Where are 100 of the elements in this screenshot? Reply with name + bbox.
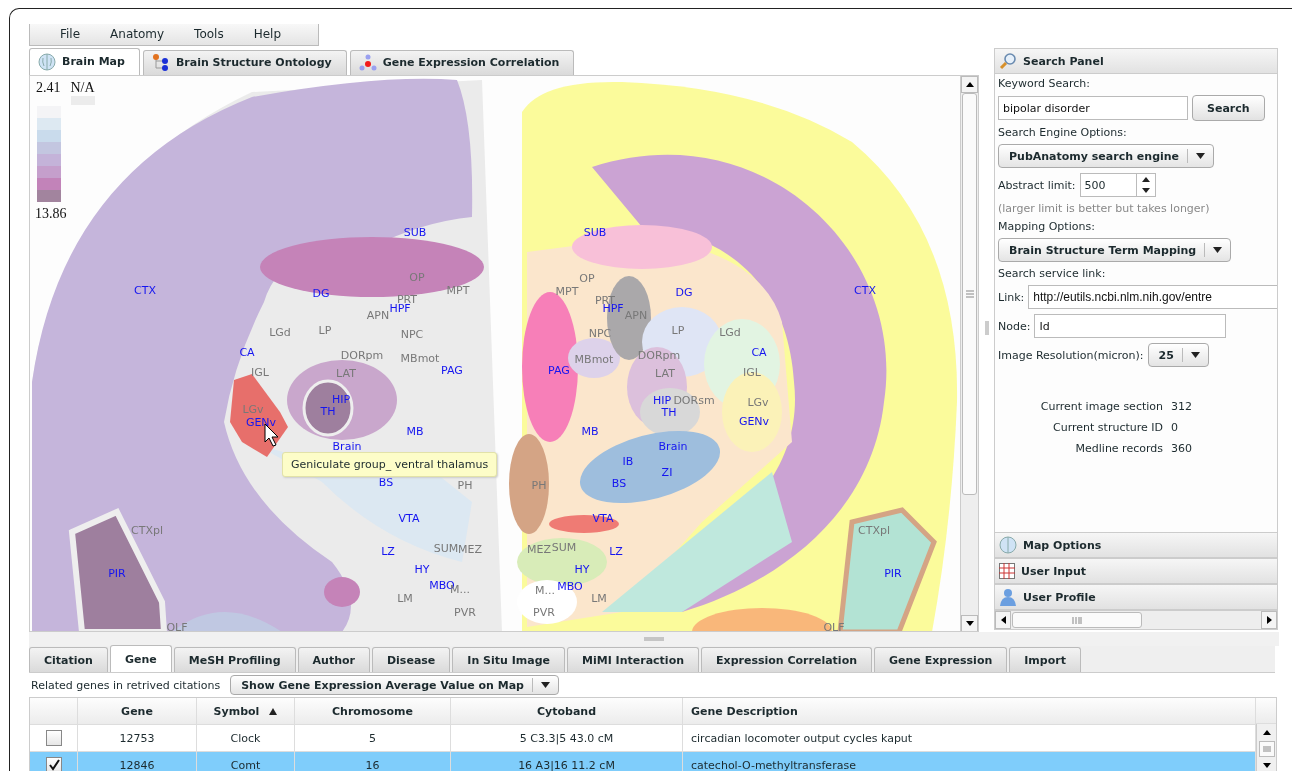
view-tab[interactable]: Brain Map [29,47,140,75]
field-label: Node: [998,319,1031,333]
region-label: LP [671,323,685,337]
result-tab[interactable]: In Situ Image [452,647,565,672]
panel-title: User Input [1021,564,1087,578]
hint-text: (larger limit is better but takes longer) [998,202,1211,215]
resolution-dropdown[interactable]: 25 [1147,343,1209,367]
region-label: HY [574,562,590,576]
panel-title: Map Options [1023,538,1102,552]
menu-item[interactable]: Help [243,27,294,42]
vertical-scrollbar[interactable] [1256,724,1276,771]
region-label: IGL [251,365,269,379]
mapping-dropdown[interactable]: Brain Structure Term Mapping [998,238,1232,262]
region-label: OLF [166,620,188,631]
header-corner [1256,698,1276,724]
result-tab[interactable]: Author [297,647,370,672]
column-header[interactable]: Gene [78,698,197,724]
region-label: CTX [854,283,876,297]
region-label: PVR [454,605,476,619]
horizontal-scrollbar[interactable] [995,610,1277,629]
stat-value: 312 [1171,400,1193,413]
column-header[interactable]: Symbol [197,698,295,724]
table-cell: 5 [295,725,451,751]
column-header[interactable]: Gene Description [683,698,1256,724]
region-label: DORpm [340,348,384,362]
region-label: IB [622,454,634,468]
region-label: HIP [331,392,351,406]
region-label: TH [661,405,677,419]
table-cell: Clock [197,725,295,751]
scroll-down-icon [965,620,974,626]
result-tab[interactable]: Disease [371,647,451,672]
region-label: OP [409,270,425,284]
menu-item[interactable]: Tools [184,27,236,42]
result-tab[interactable]: Gene [109,645,172,672]
grip-icon [1072,616,1082,624]
node-field[interactable]: Id [1034,314,1227,338]
map-option-dropdown[interactable]: Show Gene Expression Average Value on Map [230,675,559,695]
keyword-search-field[interactable]: bipolar disorder [998,96,1188,120]
region-label: HIP [652,393,672,407]
column-header[interactable]: Cytoband [451,698,683,724]
search-engine-dropdown[interactable]: PubAnatomy search engine [998,144,1215,168]
region-label: DORsm [673,393,715,407]
result-tab[interactable]: MiMI Interaction [567,647,699,672]
region-label: MBmot [400,351,440,365]
region-label: LGv [242,402,264,416]
region-label: ZI [661,465,673,479]
column-header[interactable] [30,698,78,724]
table-cell: 5 C3.3|5 43.0 cM [451,725,683,751]
legend-max-value: 2.41 [36,79,61,97]
region-label: PIR [108,566,126,580]
region-label: CTXpl [131,523,163,537]
result-tab[interactable]: Import [1009,647,1081,672]
row-checkbox[interactable] [45,730,62,746]
splitter-grip-icon[interactable] [644,637,664,641]
result-tab[interactable]: MeSH Profiling [173,647,296,672]
result-tab[interactable]: Gene Expression [874,647,1008,672]
region-label: DG [675,285,693,299]
region-label: DORpm [637,348,681,362]
row-checkbox[interactable] [45,757,62,771]
region-label: OLF [823,620,845,631]
column-header[interactable]: Chromosome [295,698,451,724]
link-field[interactable]: http://eutils.ncbi.nlm.nih.gov/entre [1028,285,1277,309]
search-panel-header[interactable]: Search Panel [995,49,1277,74]
user-icon [999,588,1017,606]
table-cell: 12846 [78,752,197,771]
region-label: VTA [398,511,420,525]
stat-label: Current image section [1039,400,1163,413]
splitter-grip-icon[interactable] [984,321,989,335]
region-label: HY [414,562,430,576]
field-label: Mapping Options: [998,220,1096,233]
view-tab[interactable]: Brain Structure Ontology [142,49,347,75]
field-label: Image Resolution(micron): [998,348,1144,362]
region-label: SUB [403,225,427,239]
panel-title: User Profile [1023,590,1096,604]
table-row[interactable]: 12846 Comt 16 16 A3|16 11.2 cM catechol-O-methyltransferase [30,752,1256,771]
region-label: LGd [719,325,741,339]
region-label: PVR [533,605,555,619]
accordion-header[interactable]: User Profile [995,584,1277,610]
legend-min-value: 13.86 [35,205,67,222]
brain-icon [38,52,56,71]
region-label: LM [397,591,413,605]
table-cell: 16 A3|16 11.2 cM [451,752,683,771]
stat-label: Current structure ID [1052,421,1163,434]
scroll-up-icon [1262,730,1271,735]
search-button[interactable]: Search [1192,95,1265,121]
abstract-limit-spinner[interactable]: 500 [1079,173,1156,197]
vertical-scrollbar[interactable] [960,75,978,631]
region-label: LZ [609,544,623,558]
accordion-header[interactable]: User Input [995,558,1277,584]
region-label: CA [751,345,767,359]
menu-item[interactable]: File [50,27,93,42]
region-label: OP [579,271,595,285]
result-tab[interactable]: Citation [29,647,108,672]
menu-item[interactable]: Anatomy [100,27,177,42]
region-label: MPT [555,284,579,298]
accordion-header[interactable]: Map Options [995,532,1277,558]
region-label: SUB [583,225,607,239]
result-tab[interactable]: Expression Correlation [701,647,873,672]
view-tab[interactable]: Gene Expression Correlation [349,49,575,75]
spin-up-icon [1141,177,1150,182]
